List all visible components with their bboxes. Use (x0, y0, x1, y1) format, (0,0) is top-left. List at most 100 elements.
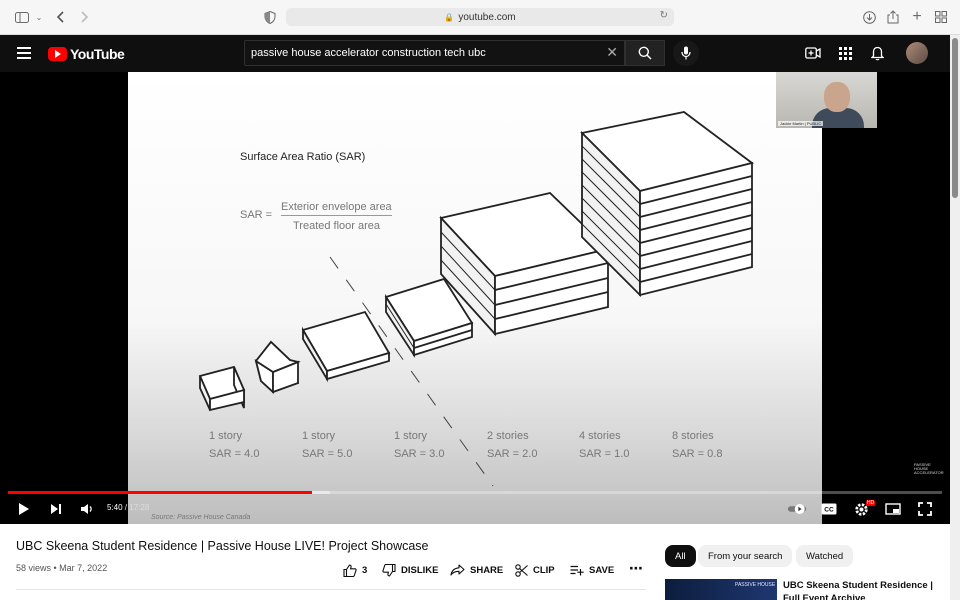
share-button[interactable]: SHARE (450, 561, 503, 579)
address-bar[interactable]: 🔒 youtube.com ↻ (286, 8, 674, 26)
clear-search-icon[interactable]: ✕ (606, 44, 618, 61)
account-avatar[interactable] (906, 42, 928, 64)
webcam-caption: Jackie Martin | PUBLIC (778, 121, 824, 126)
chevron-down-icon[interactable]: ⌄ (31, 9, 47, 25)
playlist-add-icon (570, 565, 584, 575)
building-caption-5: 4 stories SAR = 1.0 (579, 427, 629, 463)
search-input[interactable]: passive house accelerator construction t… (244, 40, 625, 66)
save-label: SAVE (589, 564, 615, 576)
building-sar: SAR = 4.0 (209, 448, 260, 460)
url-text: youtube.com (458, 11, 516, 23)
youtube-play-icon (48, 47, 67, 61)
miniplayer-icon (885, 503, 901, 515)
reload-icon[interactable]: ↻ (660, 10, 668, 21)
youtube-logo[interactable]: YouTube (48, 46, 125, 62)
clip-label: CLIP (533, 564, 555, 576)
volume-icon (81, 504, 92, 514)
share-icon[interactable] (885, 9, 901, 25)
building-label: 1 story (302, 430, 336, 442)
progress-played (8, 491, 312, 494)
youtube-masthead: YouTube passive house accelerator constr… (0, 35, 950, 72)
video-frame-slide: Surface Area Ratio (SAR) SAR = Exterior … (128, 72, 822, 524)
share-arrow-icon (450, 564, 465, 576)
slide-title: Surface Area Ratio (SAR) (240, 151, 366, 163)
dislike-button[interactable]: DISLIKE (382, 561, 438, 579)
building-sar: SAR = 1.0 (579, 448, 630, 460)
fullscreen-icon (918, 502, 932, 516)
apps-grid-icon[interactable] (836, 44, 854, 62)
voice-search-button[interactable] (673, 40, 699, 66)
building-caption-3: 1 story SAR = 3.0 (394, 427, 444, 463)
notifications-bell-icon[interactable] (868, 44, 886, 62)
building-1-story-gable (254, 340, 301, 395)
divider (16, 589, 646, 590)
miniplayer-button[interactable] (883, 499, 903, 519)
fullscreen-button[interactable] (915, 499, 935, 519)
building-caption-6: 8 stories SAR = 0.8 (672, 427, 722, 463)
volume-button[interactable] (77, 499, 97, 519)
captions-button[interactable]: CC (819, 499, 839, 519)
save-button[interactable]: SAVE (570, 561, 614, 579)
menu-icon[interactable] (17, 47, 31, 59)
clip-button[interactable]: CLIP (515, 561, 555, 579)
building-sar: SAR = 0.8 (672, 448, 723, 460)
like-button[interactable]: 3 (343, 561, 367, 579)
current-time: 5:40 (107, 503, 123, 512)
dislike-label: DISLIKE (401, 564, 439, 576)
chip-from-your-search[interactable]: From your search (698, 545, 793, 567)
youtube-wordmark: YouTube (70, 46, 125, 62)
hd-badge: HD (866, 500, 876, 506)
page-scrollbar[interactable] (950, 35, 960, 600)
lock-icon: 🔒 (444, 12, 455, 22)
new-tab-icon[interactable]: + (909, 8, 925, 25)
building-caption-4: 2 stories SAR = 2.0 (487, 427, 537, 463)
autoplay-toggle[interactable] (787, 499, 807, 519)
play-icon (19, 503, 29, 515)
building-label: 1 story (209, 430, 243, 442)
tab-overview-icon[interactable] (933, 9, 949, 25)
building-label: 8 stories (672, 430, 714, 442)
download-icon[interactable] (861, 9, 877, 25)
chip-watched[interactable]: Watched (796, 545, 854, 567)
thumbs-up-icon (343, 563, 357, 577)
channel-watermark[interactable]: PASSIVE HOUSE ACCELERATOR (914, 463, 944, 475)
building-sar: SAR = 2.0 (487, 448, 538, 460)
chip-all[interactable]: All (665, 545, 696, 567)
browser-toolbar: ⌄ 🔒 youtube.com ↻ + (0, 0, 960, 35)
search-query-text[interactable]: passive house accelerator construction t… (251, 47, 486, 59)
search-button[interactable] (625, 40, 665, 66)
scrollbar-thumb[interactable] (952, 38, 958, 198)
more-actions-icon[interactable]: ⋯ (629, 559, 643, 577)
formula-denominator: Treated floor area (293, 220, 381, 232)
building-sar: SAR = 3.0 (394, 448, 445, 460)
speaker-face (824, 82, 850, 112)
microphone-icon (681, 46, 691, 60)
play-button[interactable] (14, 499, 34, 519)
duration: / 17:28 (122, 503, 150, 512)
slide-source-note: Source: Passive House Canada (151, 514, 251, 521)
skip-next-icon (51, 504, 61, 514)
building-label: 4 stories (579, 430, 621, 442)
building-1-story-b (301, 310, 391, 383)
like-count: 3 (362, 564, 368, 576)
privacy-shield-icon[interactable] (262, 9, 278, 25)
building-sar: SAR = 5.0 (302, 448, 353, 460)
video-player[interactable]: Surface Area Ratio (SAR) SAR = Exterior … (0, 72, 950, 524)
search-icon (638, 46, 652, 60)
video-meta: 58 views • Mar 7, 2022 (16, 563, 108, 573)
sidebar-icon[interactable] (14, 9, 30, 25)
recommendation-title[interactable]: UBC Skeena Student Residence | Full Even… (783, 579, 933, 600)
recommendation-thumbnail[interactable]: PASSIVE HOUSE (665, 579, 777, 600)
share-label: SHARE (470, 564, 504, 576)
forward-icon[interactable] (76, 9, 92, 25)
time-display: 5:40 / 17:28 (107, 503, 149, 512)
create-video-icon[interactable] (804, 44, 822, 62)
back-icon[interactable] (53, 9, 69, 25)
thumbs-down-icon (382, 563, 396, 577)
formula-numerator: Exterior envelope area (281, 201, 392, 216)
progress-bar[interactable] (8, 491, 942, 494)
next-button[interactable] (46, 499, 66, 519)
svg-text:CC: CC (824, 507, 834, 514)
autoplay-toggle-icon (787, 504, 807, 514)
building-caption-2: 1 story SAR = 5.0 (302, 427, 352, 463)
